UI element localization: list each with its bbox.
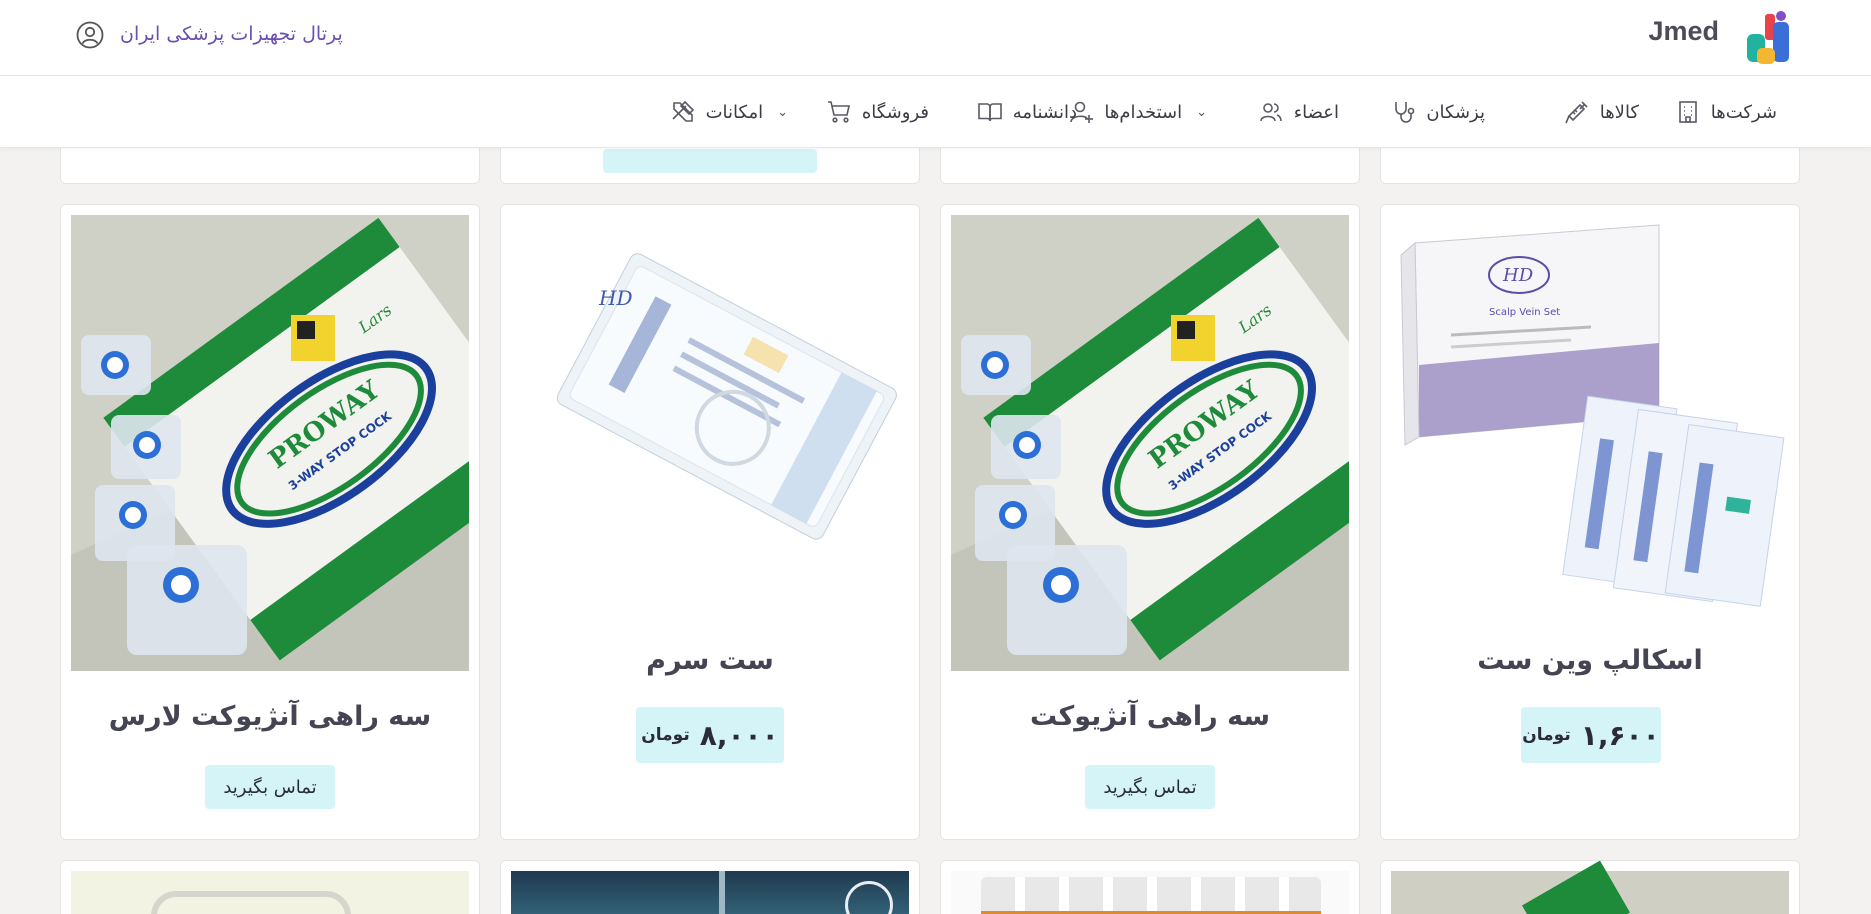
product-image[interactable] [951,871,1349,914]
product-card[interactable]: PROWAY 3-WAY STOP COCK Lars سه راهی آنژی… [60,204,480,840]
nav-products[interactable]: کالاها [1564,96,1639,128]
user-account-icon[interactable] [76,21,104,49]
contact-button-partial[interactable] [603,149,817,173]
product-title[interactable]: سه راهی آنژیوکت [941,701,1359,732]
product-image[interactable]: PROWAY 3-WAY STOP COCK Lars [71,215,469,671]
product-card-partial[interactable] [60,860,480,914]
scalp-vein-label: Scalp Vein Set [1489,307,1560,318]
price-value: ۱,۶۰۰ [1580,718,1660,752]
chevron-down-icon: ⌄ [777,104,788,120]
contact-button[interactable]: تماس بگیرید [1085,765,1215,809]
product-image[interactable] [1391,861,1789,914]
nav-label: پزشکان [1426,101,1485,123]
product-price: ۱,۶۰۰ تومان [1521,707,1661,763]
building-icon [1678,101,1697,123]
jmed-logo[interactable] [1743,8,1793,68]
nav-doctors[interactable]: پزشکان [1390,96,1485,128]
nav-label: اعضاء [1293,101,1339,123]
main-navigation: شرکت‌ها کالاها پزشکان اعضاء استخدام‌ها ⌄… [0,76,1871,148]
product-card[interactable]: HD Scalp Vein Set اسکالپ وین ست ۱,۶۰۰ تو… [1380,204,1800,840]
product-card[interactable]: HD ست سرم ۸,۰۰۰ تومان [500,204,920,840]
users-icon [1259,103,1282,122]
book-icon [977,103,1002,122]
nav-shop[interactable]: فروشگاه [826,96,929,128]
product-card-partial[interactable] [1380,860,1800,914]
nav-features[interactable]: امکانات ⌄ [670,96,788,128]
syringe-icon [1564,101,1588,124]
cart-icon [827,101,850,123]
hd-logo-text: HD [598,286,632,310]
product-title[interactable]: اسکالپ وین ست [1381,645,1799,676]
hd-logo-text: HD [1502,265,1534,286]
stopcock-box-image: PROWAY 3-WAY STOP COCK Lars [71,215,469,671]
nav-jobs[interactable]: استخدام‌ها ⌄ [1068,96,1207,128]
chevron-down-icon: ⌄ [1196,104,1207,120]
top-header: Jmed پرتال تجهیزات پزشکی ایران [0,0,1871,76]
nav-label: کالاها [1599,101,1639,123]
product-price: ۸,۰۰۰ تومان [636,707,784,763]
price-value: ۸,۰۰۰ [699,718,779,752]
product-image[interactable]: HD [511,215,909,671]
price-currency: تومان [1522,725,1571,745]
scalp-vein-set-image: HD Scalp Vein Set [1400,224,1785,607]
product-title[interactable]: ست سرم [501,645,919,676]
brand-name[interactable]: Jmed [1648,16,1719,47]
tools-icon [672,100,694,122]
product-title[interactable]: سه راهی آنژیوکت لارس [61,701,479,732]
nav-label: امکانات [705,101,764,123]
product-card-partial[interactable] [940,860,1360,914]
nav-label: شرکت‌ها [1710,101,1777,123]
portal-title[interactable]: پرتال تجهیزات پزشکی ایران [120,23,343,45]
product-card[interactable]: PROWAY 3-WAY STOP COCK Lars سه راهی آنژی… [940,204,1360,840]
contact-button[interactable]: تماس بگیرید [205,765,335,809]
stethoscope-icon [1395,102,1415,123]
product-image[interactable] [511,871,909,914]
product-image[interactable] [71,871,469,914]
nav-encyclopedia[interactable]: دانشنامه [977,96,1077,128]
nav-label: فروشگاه [861,101,929,123]
product-card-partial[interactable] [500,860,920,914]
product-image[interactable]: PROWAY 3-WAY STOP COCK Lars [951,215,1349,671]
product-image[interactable]: HD Scalp Vein Set [1391,215,1789,671]
nav-members[interactable]: اعضاء [1258,96,1339,128]
serum-set-image: HD [556,253,897,540]
price-currency: تومان [641,725,690,745]
nav-label: استخدام‌ها [1104,101,1183,123]
nav-companies[interactable]: شرکت‌ها [1675,96,1777,128]
stopcock-box-image: PROWAY 3-WAY STOP COCK Lars [951,215,1349,671]
nav-label: دانشنامه [1012,101,1077,123]
